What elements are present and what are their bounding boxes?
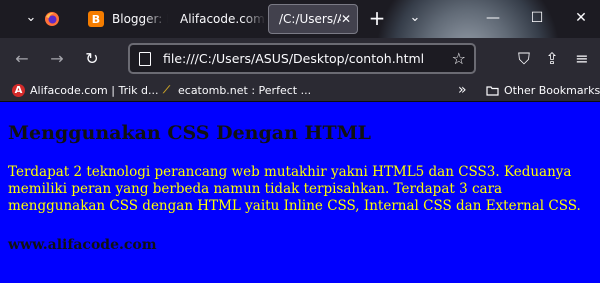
bookmarks-overflow-icon[interactable]: » (458, 81, 467, 99)
blogger-icon: B (88, 11, 104, 27)
bookmark-alifacode[interactable]: A Alifacode.com | Trik d... (12, 81, 159, 99)
close-window-button[interactable]: ✕ (566, 4, 596, 32)
shield-icon[interactable]: ⛉ (512, 47, 536, 71)
page-heading: Menggunakan CSS Dengan HTML (8, 122, 371, 144)
page-icon (139, 51, 151, 66)
other-bookmarks-button[interactable]: Other Bookmarks (486, 81, 600, 99)
tab-blogger[interactable]: B Blogger: P (88, 4, 168, 34)
url-text[interactable]: file:///C:/Users/ASUS/Desktop/contoh.htm… (163, 51, 452, 66)
folder-icon (486, 85, 499, 96)
forward-button[interactable]: → (45, 47, 69, 71)
browser-window: ⌄ B Blogger: P Alifacode.com /C:/Users/A (0, 0, 600, 283)
page-paragraph: Terdapat 2 teknologi perancang web mutak… (8, 164, 581, 214)
tab-alifacode[interactable]: Alifacode.com (180, 4, 266, 34)
url-bar[interactable]: file:///C:/Users/ASUS/Desktop/contoh.htm… (128, 43, 476, 74)
extensions-icon[interactable]: ⇪ (540, 47, 564, 71)
alifacode-favicon-icon: A (12, 83, 25, 97)
page-content: Menggunakan CSS Dengan HTML Terdapat 2 t… (0, 102, 600, 283)
bookmark-label: Alifacode.com | Trik d... (30, 83, 159, 97)
new-tab-button[interactable]: + (366, 7, 388, 29)
tab-firefox[interactable] (44, 4, 74, 34)
bookmarks-toolbar: A Alifacode.com | Trik d... ⟋ ecatomb.ne… (0, 79, 600, 102)
reload-button[interactable]: ↻ (80, 47, 104, 71)
ecatomb-favicon-icon: ⟋ (163, 84, 170, 96)
navigation-toolbar: ← → ↻ file:///C:/Users/ASUS/Desktop/cont… (0, 38, 600, 79)
bookmark-star-icon[interactable]: ☆ (452, 49, 466, 68)
other-bookmarks-label: Other Bookmarks (504, 83, 600, 97)
tab-strip: ⌄ B Blogger: P Alifacode.com /C:/Users/A (0, 0, 600, 38)
menu-icon[interactable]: ≡ (570, 47, 594, 71)
close-tab-icon[interactable]: ✕ (341, 12, 351, 26)
firefox-icon (45, 12, 59, 26)
tab-active-contoh[interactable]: /C:/Users/A ✕ (268, 4, 358, 34)
bookmark-ecatomb[interactable]: ⟋ ecatomb.net : Perfect ... (160, 81, 311, 99)
minimize-button[interactable]: — (478, 4, 508, 32)
list-all-tabs-icon[interactable]: ⌄ (404, 7, 426, 29)
maximize-button[interactable]: ☐ (522, 4, 552, 32)
page-footer-link: www.alifacode.com (8, 237, 157, 253)
back-button[interactable]: ← (10, 47, 34, 71)
tab-label: /C:/Users/A (279, 12, 341, 26)
bookmark-label: ecatomb.net : Perfect ... (178, 83, 312, 97)
tab-list-icon[interactable]: ⌄ (20, 7, 42, 29)
